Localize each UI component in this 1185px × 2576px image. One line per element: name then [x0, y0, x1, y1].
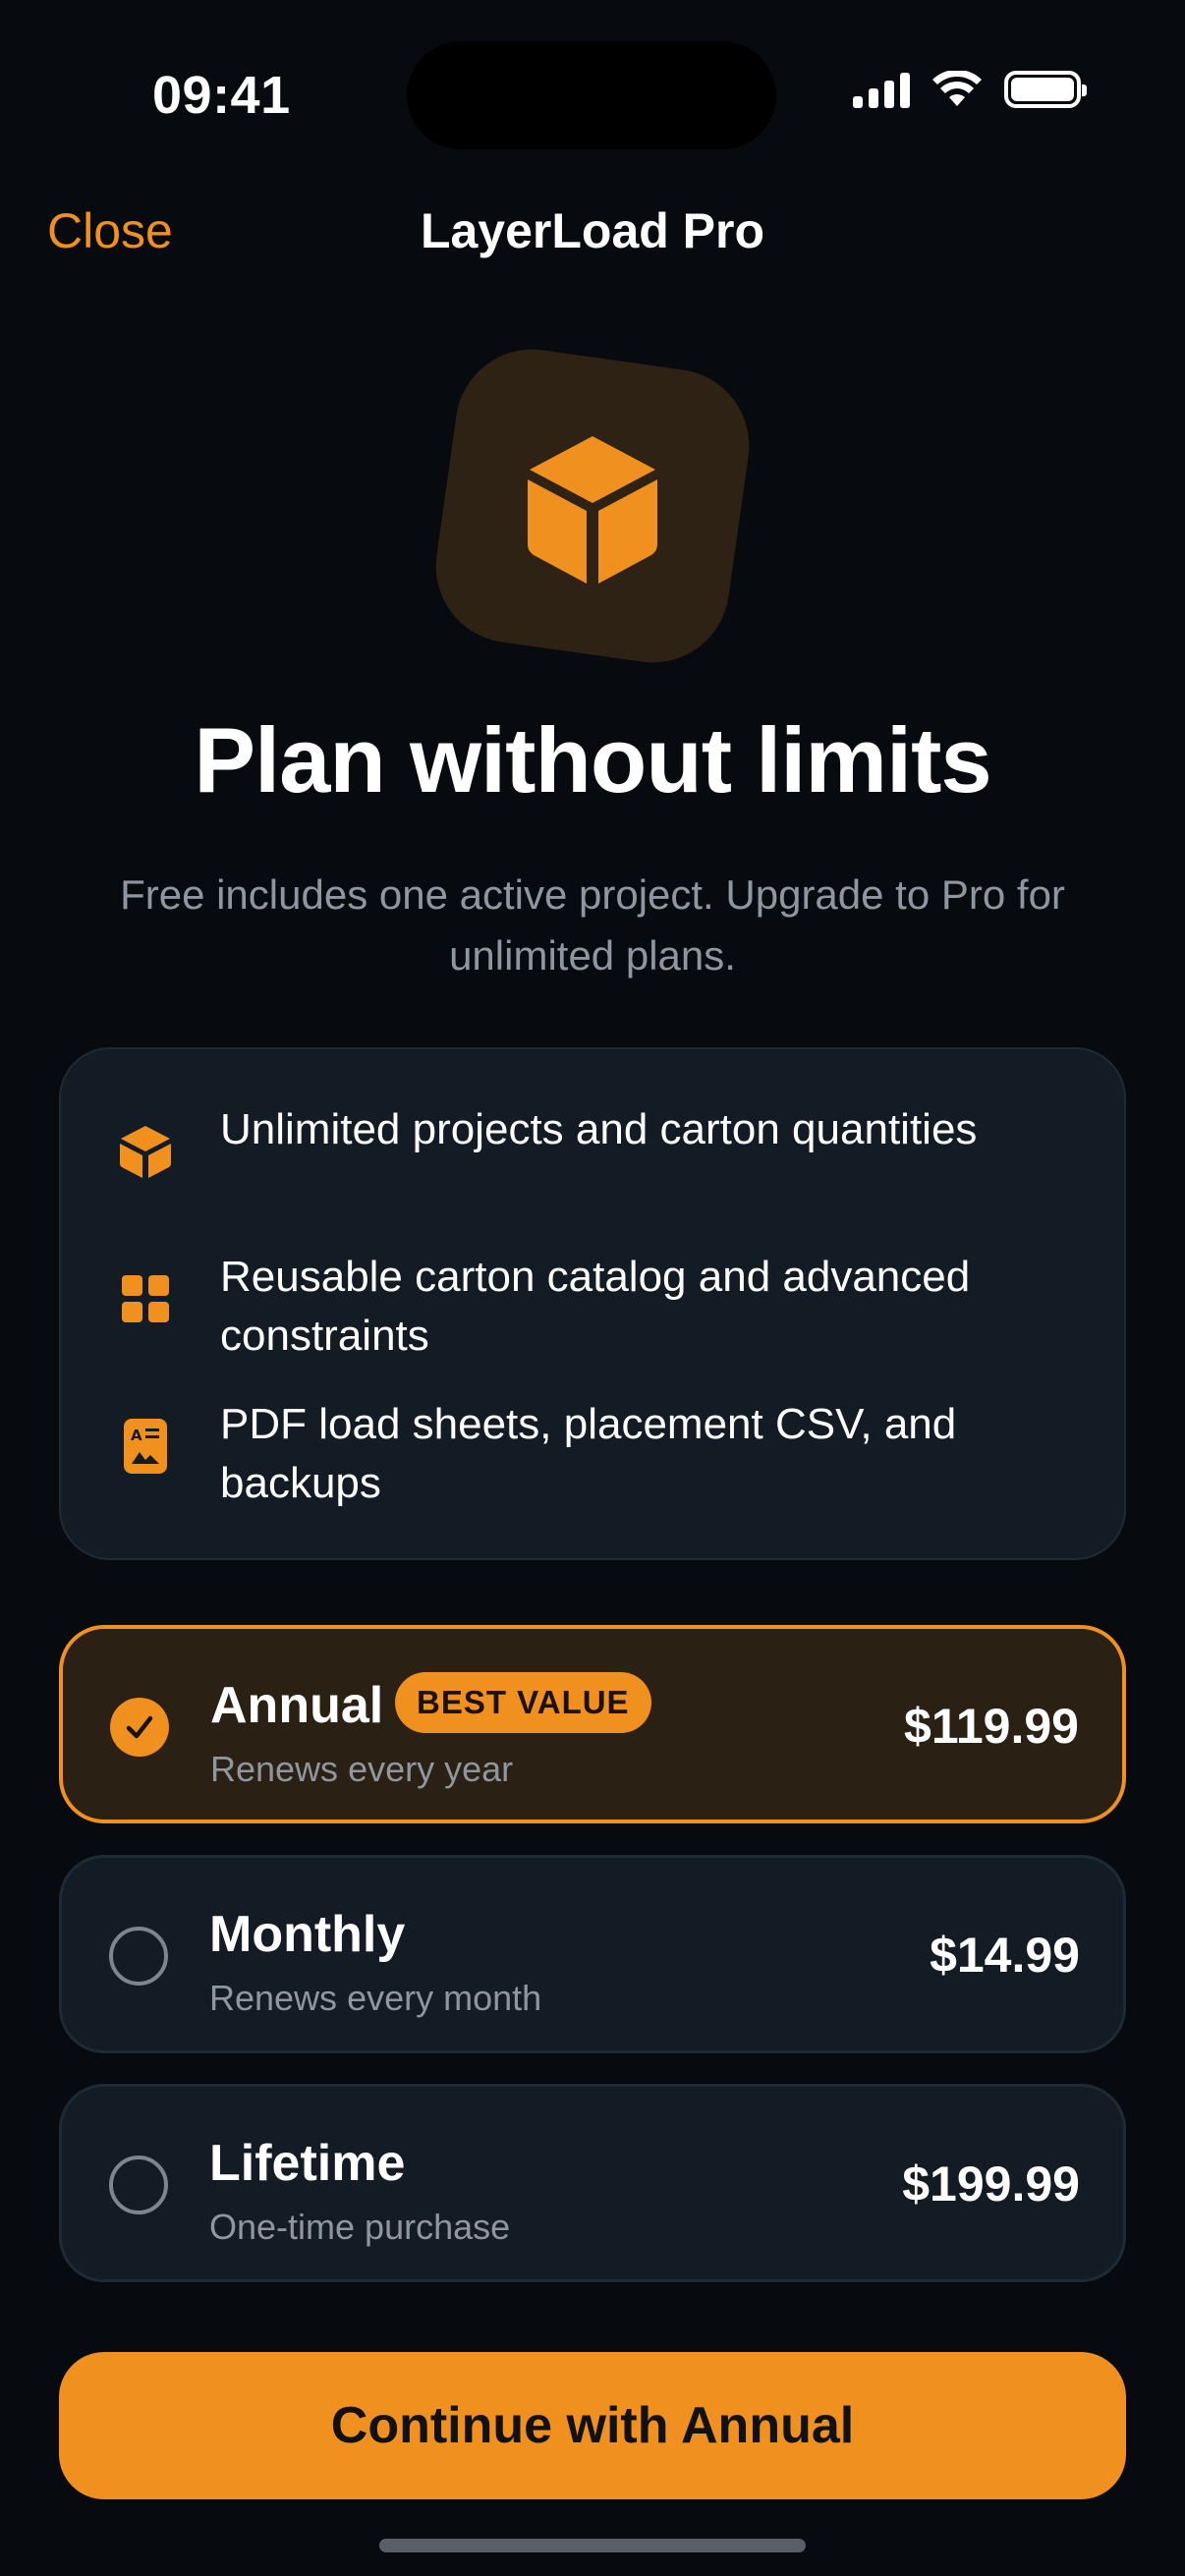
status-icons [853, 71, 1087, 108]
plan-description: Renews every month [209, 1978, 542, 2018]
plan-description: Renews every year [210, 1749, 514, 1789]
best-value-badge: BEST VALUE [395, 1672, 651, 1733]
feature-text: Reusable carton catalog and advanced con… [220, 1253, 971, 1360]
status-bar: 09:41 [0, 0, 1185, 187]
plan-name: Annual [210, 1677, 384, 1734]
plan-description: One-time purchase [209, 2207, 511, 2247]
continue-button[interactable]: Continue with Annual [59, 2352, 1126, 2499]
plan-name: Monthly [209, 1906, 406, 1963]
checkmark-icon [126, 1715, 153, 1739]
document-icon: A [118, 1419, 173, 1474]
plan-option-monthly[interactable]: Monthly Renews every month $14.99 [59, 1855, 1126, 2053]
cellular-signal-icon [853, 71, 910, 108]
status-time: 09:41 [152, 66, 291, 125]
plan-name: Lifetime [209, 2135, 406, 2192]
radio-checked[interactable] [110, 1698, 169, 1757]
plan-price: $199.99 [902, 2156, 1080, 2212]
subtitle: Free includes one active project. Upgrad… [120, 871, 1065, 979]
plan-option-lifetime[interactable]: Lifetime One-time purchase $199.99 [59, 2084, 1126, 2282]
cube-icon [118, 1124, 173, 1179]
nav-title: LayerLoad Pro [420, 203, 765, 258]
svg-text:A: A [131, 1427, 142, 1444]
nav-bar: Close LayerLoad Pro [0, 196, 1185, 265]
dynamic-island [407, 41, 776, 149]
grid-icon [118, 1271, 173, 1326]
plan-price: $14.99 [930, 1928, 1080, 1983]
wifi-icon [932, 71, 982, 106]
plan-option-annual[interactable]: Annual BEST VALUE Renews every year $119… [59, 1625, 1126, 1823]
home-indicator [379, 2539, 806, 2552]
features-card: Unlimited projects and carton quantities… [59, 1047, 1126, 1560]
app-cube-icon [435, 349, 750, 663]
headline: Plan without limits [194, 708, 991, 812]
feature-text: Unlimited projects and carton quantities [220, 1105, 978, 1153]
feature-text: PDF load sheets, placement CSV, and back… [220, 1400, 957, 1507]
radio-unchecked[interactable] [109, 2156, 168, 2214]
plan-price: $119.99 [904, 1699, 1079, 1754]
radio-unchecked[interactable] [109, 1927, 168, 1986]
battery-icon [1004, 71, 1087, 108]
